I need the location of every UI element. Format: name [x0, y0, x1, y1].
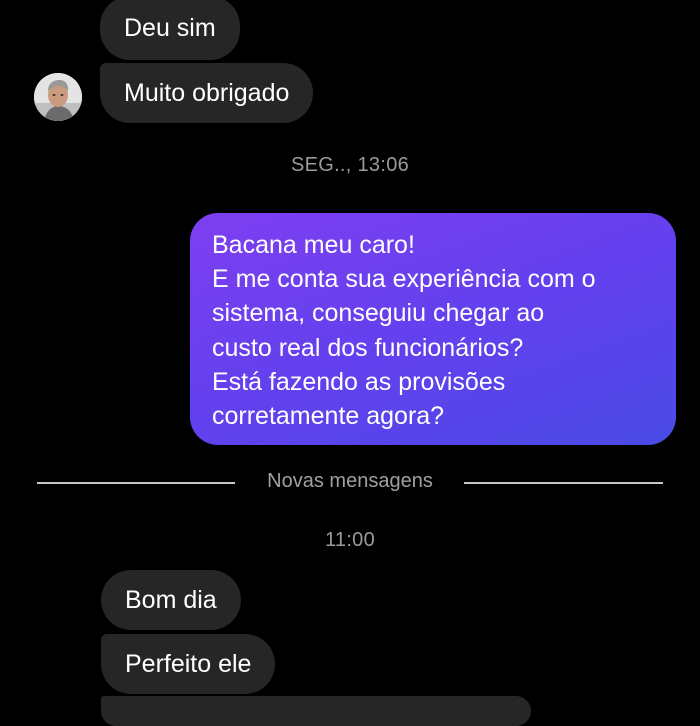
timestamp: 11:00 [324, 529, 376, 551]
timestamp: SEG.., 13:06 [290, 154, 410, 176]
message-line: corretamente agora? [212, 402, 445, 431]
message-text: Deu sim [124, 14, 216, 42]
outgoing-message-bubble[interactable]: Bacana meu caro! E me conta sua experiên… [190, 213, 676, 445]
message-line: Está fazendo as provisões [212, 367, 506, 396]
avatar-photo-icon [34, 73, 82, 121]
message-text: Bom dia [125, 586, 217, 614]
incoming-message-bubble[interactable]: Bom dia [101, 570, 241, 630]
message-line: sistema, conseguiu chegar ao [212, 299, 545, 328]
message-text: Muito obrigado [124, 79, 290, 107]
message-line: custo real dos funcionários? [212, 333, 524, 362]
sender-avatar[interactable] [34, 73, 82, 121]
incoming-message-bubble[interactable]: Perfeito ele [101, 634, 276, 694]
incoming-message-bubble-partial[interactable] [101, 696, 531, 726]
message-text: Perfeito ele [125, 650, 252, 678]
incoming-message-bubble[interactable]: Muito obrigado [100, 63, 314, 123]
message-line: E me conta sua experiência com o [212, 265, 596, 294]
message-line: Bacana meu caro! [212, 231, 415, 259]
incoming-message-bubble[interactable]: Deu sim [100, 0, 240, 60]
divider-line-right [464, 482, 663, 484]
